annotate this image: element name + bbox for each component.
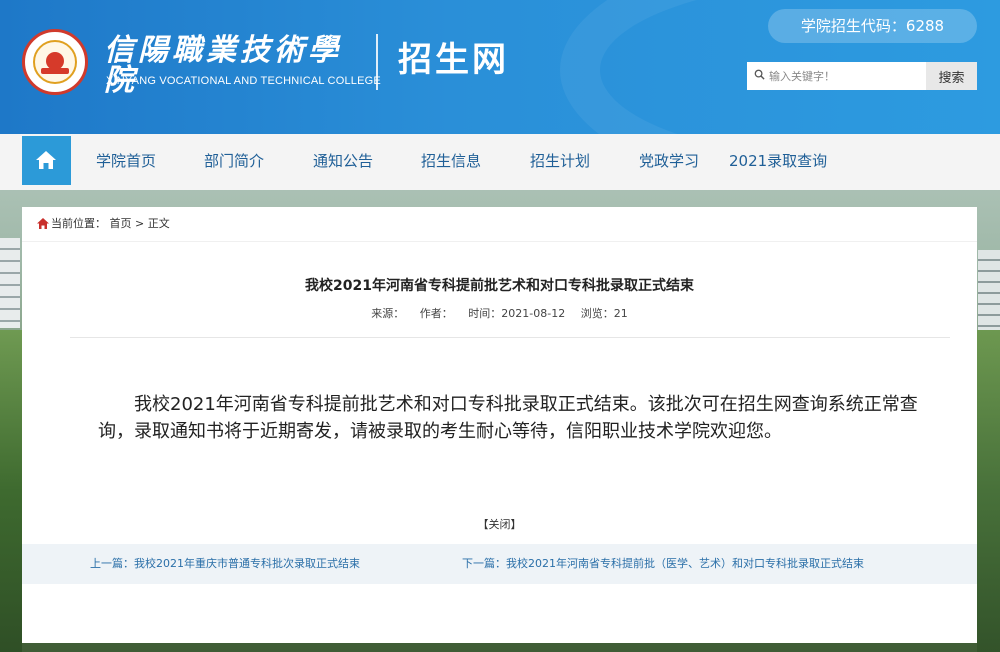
logo-band — [41, 68, 69, 74]
article-title: 我校2021年河南省专科提前批艺术和对口专科批录取正式结束 — [305, 278, 694, 294]
close-link[interactable]: 【关闭】 — [22, 516, 977, 532]
article-author: 作者： — [419, 307, 453, 320]
main-nav: 学院首页 部门简介 通知公告 招生信息 招生计划 党政学习 2021录取查询 — [0, 134, 1000, 190]
breadcrumb: 当前位置： 首页 > 正文 — [36, 216, 170, 232]
prev-article-link[interactable]: 上一篇：我校2021年重庆市普通专科批次录取正式结束 — [90, 544, 360, 584]
search-input[interactable] — [769, 62, 923, 90]
background-trees-left — [0, 330, 22, 652]
home-icon — [36, 151, 56, 169]
search-box — [747, 62, 926, 90]
breadcrumb-separator: > — [135, 217, 145, 230]
nav-item-departments[interactable]: 部门简介 — [204, 134, 264, 188]
article-views: 浏览：21 — [580, 307, 628, 320]
meta-divider — [70, 337, 950, 338]
next-article-link[interactable]: 下一篇：我校2021年河南省专科提前批（医学、艺术）和对口专科批录取正式结束 — [462, 544, 864, 584]
site-title: 招生网 — [398, 40, 509, 80]
nav-item-admission-plan[interactable]: 招生计划 — [530, 134, 590, 188]
nav-item-party-study[interactable]: 党政学习 — [639, 134, 699, 188]
nav-item-home[interactable]: 学院首页 — [96, 134, 156, 188]
nav-home-button[interactable] — [22, 136, 71, 185]
breadcrumb-prefix: 当前位置： — [51, 217, 106, 230]
college-name: 信陽職業技術學院 — [104, 33, 342, 98]
college-logo[interactable] — [22, 29, 88, 95]
article-body: 我校2021年河南省专科提前批艺术和对口专科批录取正式结束。该批次可在招生网查询… — [98, 394, 918, 442]
search-icon — [754, 69, 765, 80]
panel-divider — [22, 241, 977, 242]
nav-item-admission-query[interactable]: 2021录取查询 — [729, 134, 827, 188]
nav-item-admission-info[interactable]: 招生信息 — [421, 134, 481, 188]
breadcrumb-current: 正文 — [147, 217, 170, 230]
admission-code-badge: 学院招生代码：6288 — [768, 9, 977, 43]
background-building-left — [0, 238, 20, 328]
prev-next-bar: 上一篇：我校2021年重庆市普通专科批次录取正式结束 下一篇：我校2021年河南… — [22, 544, 977, 584]
breadcrumb-home-icon — [37, 218, 49, 229]
site-header: 信陽職業技術學院 XINYANG VOCATIONAL AND TECHNICA… — [0, 0, 1000, 134]
college-name-en: XINYANG VOCATIONAL AND TECHNICAL COLLEGE — [106, 75, 381, 87]
article-panel: 当前位置： 首页 > 正文 我校2021年河南省专科提前批艺术和对口专科批录取正… — [22, 207, 977, 643]
article-source: 来源： — [371, 307, 405, 320]
search-button[interactable]: 搜索 — [926, 62, 977, 90]
article-meta: 来源： 作者： 时间：2021-08-12 浏览：21 — [22, 305, 977, 321]
background-trees-right — [977, 330, 1000, 652]
breadcrumb-home-link[interactable]: 首页 — [110, 217, 132, 230]
article-time: 时间：2021-08-12 — [468, 307, 566, 320]
nav-item-notices[interactable]: 通知公告 — [313, 134, 373, 188]
logo-inner-ring — [33, 40, 77, 84]
background-building-right — [978, 250, 1000, 330]
header-divider — [376, 34, 378, 90]
